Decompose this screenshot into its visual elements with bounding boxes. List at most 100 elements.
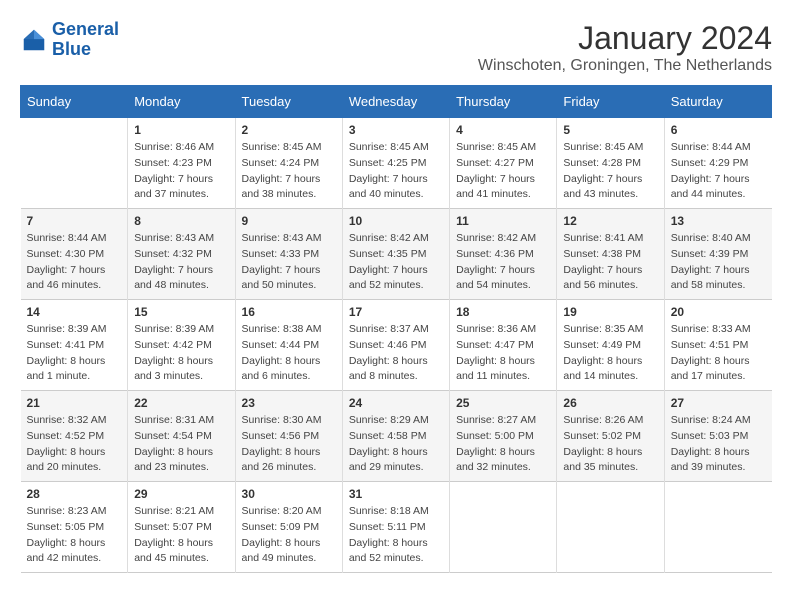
day-number: 27 bbox=[671, 396, 766, 410]
cell-info: Sunrise: 8:26 AMSunset: 5:02 PMDaylight:… bbox=[563, 413, 657, 476]
cell-info: Sunrise: 8:45 AMSunset: 4:28 PMDaylight:… bbox=[563, 140, 657, 203]
header-day-friday: Friday bbox=[557, 86, 664, 118]
day-number: 15 bbox=[134, 305, 228, 319]
calendar-cell: 22 Sunrise: 8:31 AMSunset: 4:54 PMDayligh… bbox=[128, 391, 235, 482]
cell-info: Sunrise: 8:20 AMSunset: 5:09 PMDaylight:… bbox=[242, 504, 336, 567]
calendar-cell: 8 Sunrise: 8:43 AMSunset: 4:32 PMDaylight… bbox=[128, 209, 235, 300]
cell-info: Sunrise: 8:41 AMSunset: 4:38 PMDaylight:… bbox=[563, 231, 657, 294]
calendar-cell: 16Sunrise: 8:38 AMSunset: 4:44 PMDayligh… bbox=[235, 300, 342, 391]
calendar-cell: 2 Sunrise: 8:45 AMSunset: 4:24 PMDaylight… bbox=[235, 118, 342, 209]
header-day-thursday: Thursday bbox=[450, 86, 557, 118]
day-number: 30 bbox=[242, 487, 336, 501]
week-row-1: 1Sunrise: 8:46 AMSunset: 4:23 PMDaylight… bbox=[21, 118, 772, 209]
calendar-cell: 5 Sunrise: 8:45 AMSunset: 4:28 PMDaylight… bbox=[557, 118, 664, 209]
logo-icon bbox=[20, 26, 48, 54]
calendar-cell: 11 Sunrise: 8:42 AMSunset: 4:36 PMDayligh… bbox=[450, 209, 557, 300]
calendar-cell: 23 Sunrise: 8:30 AMSunset: 4:56 PMDayligh… bbox=[235, 391, 342, 482]
header-day-saturday: Saturday bbox=[664, 86, 771, 118]
cell-info: Sunrise: 8:29 AMSunset: 4:58 PMDaylight:… bbox=[349, 413, 443, 476]
day-number: 1 bbox=[134, 123, 228, 137]
day-number: 7 bbox=[27, 214, 122, 228]
day-number: 4 bbox=[456, 123, 550, 137]
calendar-cell: 21 Sunrise: 8:32 AMSunset: 4:52 PMDayligh… bbox=[21, 391, 128, 482]
day-number: 8 bbox=[134, 214, 228, 228]
calendar-cell: 9Sunrise: 8:43 AMSunset: 4:33 PMDaylight… bbox=[235, 209, 342, 300]
calendar-table: SundayMondayTuesdayWednesdayThursdayFrid… bbox=[20, 85, 772, 573]
cell-info: Sunrise: 8:45 AMSunset: 4:27 PMDaylight:… bbox=[456, 140, 550, 203]
day-number: 2 bbox=[242, 123, 336, 137]
calendar-cell: 25Sunrise: 8:27 AMSunset: 5:00 PMDayligh… bbox=[450, 391, 557, 482]
day-number: 12 bbox=[563, 214, 657, 228]
calendar-cell: 24Sunrise: 8:29 AMSunset: 4:58 PMDayligh… bbox=[342, 391, 449, 482]
calendar-cell: 20 Sunrise: 8:33 AMSunset: 4:51 PMDayligh… bbox=[664, 300, 771, 391]
day-number: 21 bbox=[27, 396, 122, 410]
calendar-cell: 12 Sunrise: 8:41 AMSunset: 4:38 PMDayligh… bbox=[557, 209, 664, 300]
day-number: 22 bbox=[134, 396, 228, 410]
calendar-cell: 1Sunrise: 8:46 AMSunset: 4:23 PMDaylight… bbox=[128, 118, 235, 209]
calendar-cell: 17 Sunrise: 8:37 AMSunset: 4:46 PMDayligh… bbox=[342, 300, 449, 391]
cell-info: Sunrise: 8:33 AMSunset: 4:51 PMDaylight:… bbox=[671, 322, 766, 385]
header-day-monday: Monday bbox=[128, 86, 235, 118]
day-number: 26 bbox=[563, 396, 657, 410]
cell-info: Sunrise: 8:44 AMSunset: 4:29 PMDaylight:… bbox=[671, 140, 766, 203]
cell-info: Sunrise: 8:31 AMSunset: 4:54 PMDaylight:… bbox=[134, 413, 228, 476]
calendar-cell bbox=[450, 482, 557, 573]
cell-info: Sunrise: 8:39 AMSunset: 4:41 PMDaylight:… bbox=[27, 322, 122, 385]
logo-line2: Blue bbox=[52, 40, 119, 60]
cell-info: Sunrise: 8:42 AMSunset: 4:36 PMDaylight:… bbox=[456, 231, 550, 294]
cell-info: Sunrise: 8:42 AMSunset: 4:35 PMDaylight:… bbox=[349, 231, 443, 294]
cell-info: Sunrise: 8:43 AMSunset: 4:33 PMDaylight:… bbox=[242, 231, 336, 294]
calendar-cell: 4 Sunrise: 8:45 AMSunset: 4:27 PMDaylight… bbox=[450, 118, 557, 209]
calendar-cell: 26 Sunrise: 8:26 AMSunset: 5:02 PMDayligh… bbox=[557, 391, 664, 482]
logo-line1: General bbox=[52, 20, 119, 40]
calendar-cell: 14 Sunrise: 8:39 AMSunset: 4:41 PMDayligh… bbox=[21, 300, 128, 391]
logo-text: General Blue bbox=[52, 20, 119, 60]
cell-info: Sunrise: 8:30 AMSunset: 4:56 PMDaylight:… bbox=[242, 413, 336, 476]
day-number: 28 bbox=[27, 487, 122, 501]
day-number: 16 bbox=[242, 305, 336, 319]
day-number: 20 bbox=[671, 305, 766, 319]
cell-info: Sunrise: 8:18 AMSunset: 5:11 PMDaylight:… bbox=[349, 504, 443, 567]
week-row-3: 14 Sunrise: 8:39 AMSunset: 4:41 PMDayligh… bbox=[21, 300, 772, 391]
cell-info: Sunrise: 8:45 AMSunset: 4:25 PMDaylight:… bbox=[349, 140, 443, 203]
main-title: January 2024 bbox=[478, 20, 772, 57]
cell-info: Sunrise: 8:44 AMSunset: 4:30 PMDaylight:… bbox=[27, 231, 122, 294]
cell-info: Sunrise: 8:21 AMSunset: 5:07 PMDaylight:… bbox=[134, 504, 228, 567]
cell-info: Sunrise: 8:27 AMSunset: 5:00 PMDaylight:… bbox=[456, 413, 550, 476]
cell-info: Sunrise: 8:32 AMSunset: 4:52 PMDaylight:… bbox=[27, 413, 122, 476]
cell-info: Sunrise: 8:43 AMSunset: 4:32 PMDaylight:… bbox=[134, 231, 228, 294]
day-number: 11 bbox=[456, 214, 550, 228]
calendar-cell: 31 Sunrise: 8:18 AMSunset: 5:11 PMDayligh… bbox=[342, 482, 449, 573]
day-number: 6 bbox=[671, 123, 766, 137]
cell-info: Sunrise: 8:39 AMSunset: 4:42 PMDaylight:… bbox=[134, 322, 228, 385]
calendar-cell bbox=[557, 482, 664, 573]
day-number: 17 bbox=[349, 305, 443, 319]
calendar-cell: 10 Sunrise: 8:42 AMSunset: 4:35 PMDayligh… bbox=[342, 209, 449, 300]
calendar-cell: 27Sunrise: 8:24 AMSunset: 5:03 PMDayligh… bbox=[664, 391, 771, 482]
header-row: SundayMondayTuesdayWednesdayThursdayFrid… bbox=[21, 86, 772, 118]
day-number: 13 bbox=[671, 214, 766, 228]
header-day-sunday: Sunday bbox=[21, 86, 128, 118]
calendar-cell: 15 Sunrise: 8:39 AMSunset: 4:42 PMDayligh… bbox=[128, 300, 235, 391]
day-number: 23 bbox=[242, 396, 336, 410]
logo: General Blue bbox=[20, 20, 119, 60]
calendar-cell: 18 Sunrise: 8:36 AMSunset: 4:47 PMDayligh… bbox=[450, 300, 557, 391]
header-day-tuesday: Tuesday bbox=[235, 86, 342, 118]
cell-info: Sunrise: 8:37 AMSunset: 4:46 PMDaylight:… bbox=[349, 322, 443, 385]
day-number: 3 bbox=[349, 123, 443, 137]
cell-info: Sunrise: 8:36 AMSunset: 4:47 PMDaylight:… bbox=[456, 322, 550, 385]
title-block: January 2024 Winschoten, Groningen, The … bbox=[478, 20, 772, 75]
week-row-2: 7 Sunrise: 8:44 AMSunset: 4:30 PMDaylight… bbox=[21, 209, 772, 300]
day-number: 5 bbox=[563, 123, 657, 137]
calendar-cell: 6 Sunrise: 8:44 AMSunset: 4:29 PMDaylight… bbox=[664, 118, 771, 209]
day-number: 29 bbox=[134, 487, 228, 501]
calendar-cell: 3 Sunrise: 8:45 AMSunset: 4:25 PMDaylight… bbox=[342, 118, 449, 209]
day-number: 10 bbox=[349, 214, 443, 228]
day-number: 31 bbox=[349, 487, 443, 501]
calendar-cell bbox=[21, 118, 128, 209]
cell-info: Sunrise: 8:45 AMSunset: 4:24 PMDaylight:… bbox=[242, 140, 336, 203]
day-number: 18 bbox=[456, 305, 550, 319]
calendar-cell: 30 Sunrise: 8:20 AMSunset: 5:09 PMDayligh… bbox=[235, 482, 342, 573]
cell-info: Sunrise: 8:40 AMSunset: 4:39 PMDaylight:… bbox=[671, 231, 766, 294]
day-number: 14 bbox=[27, 305, 122, 319]
